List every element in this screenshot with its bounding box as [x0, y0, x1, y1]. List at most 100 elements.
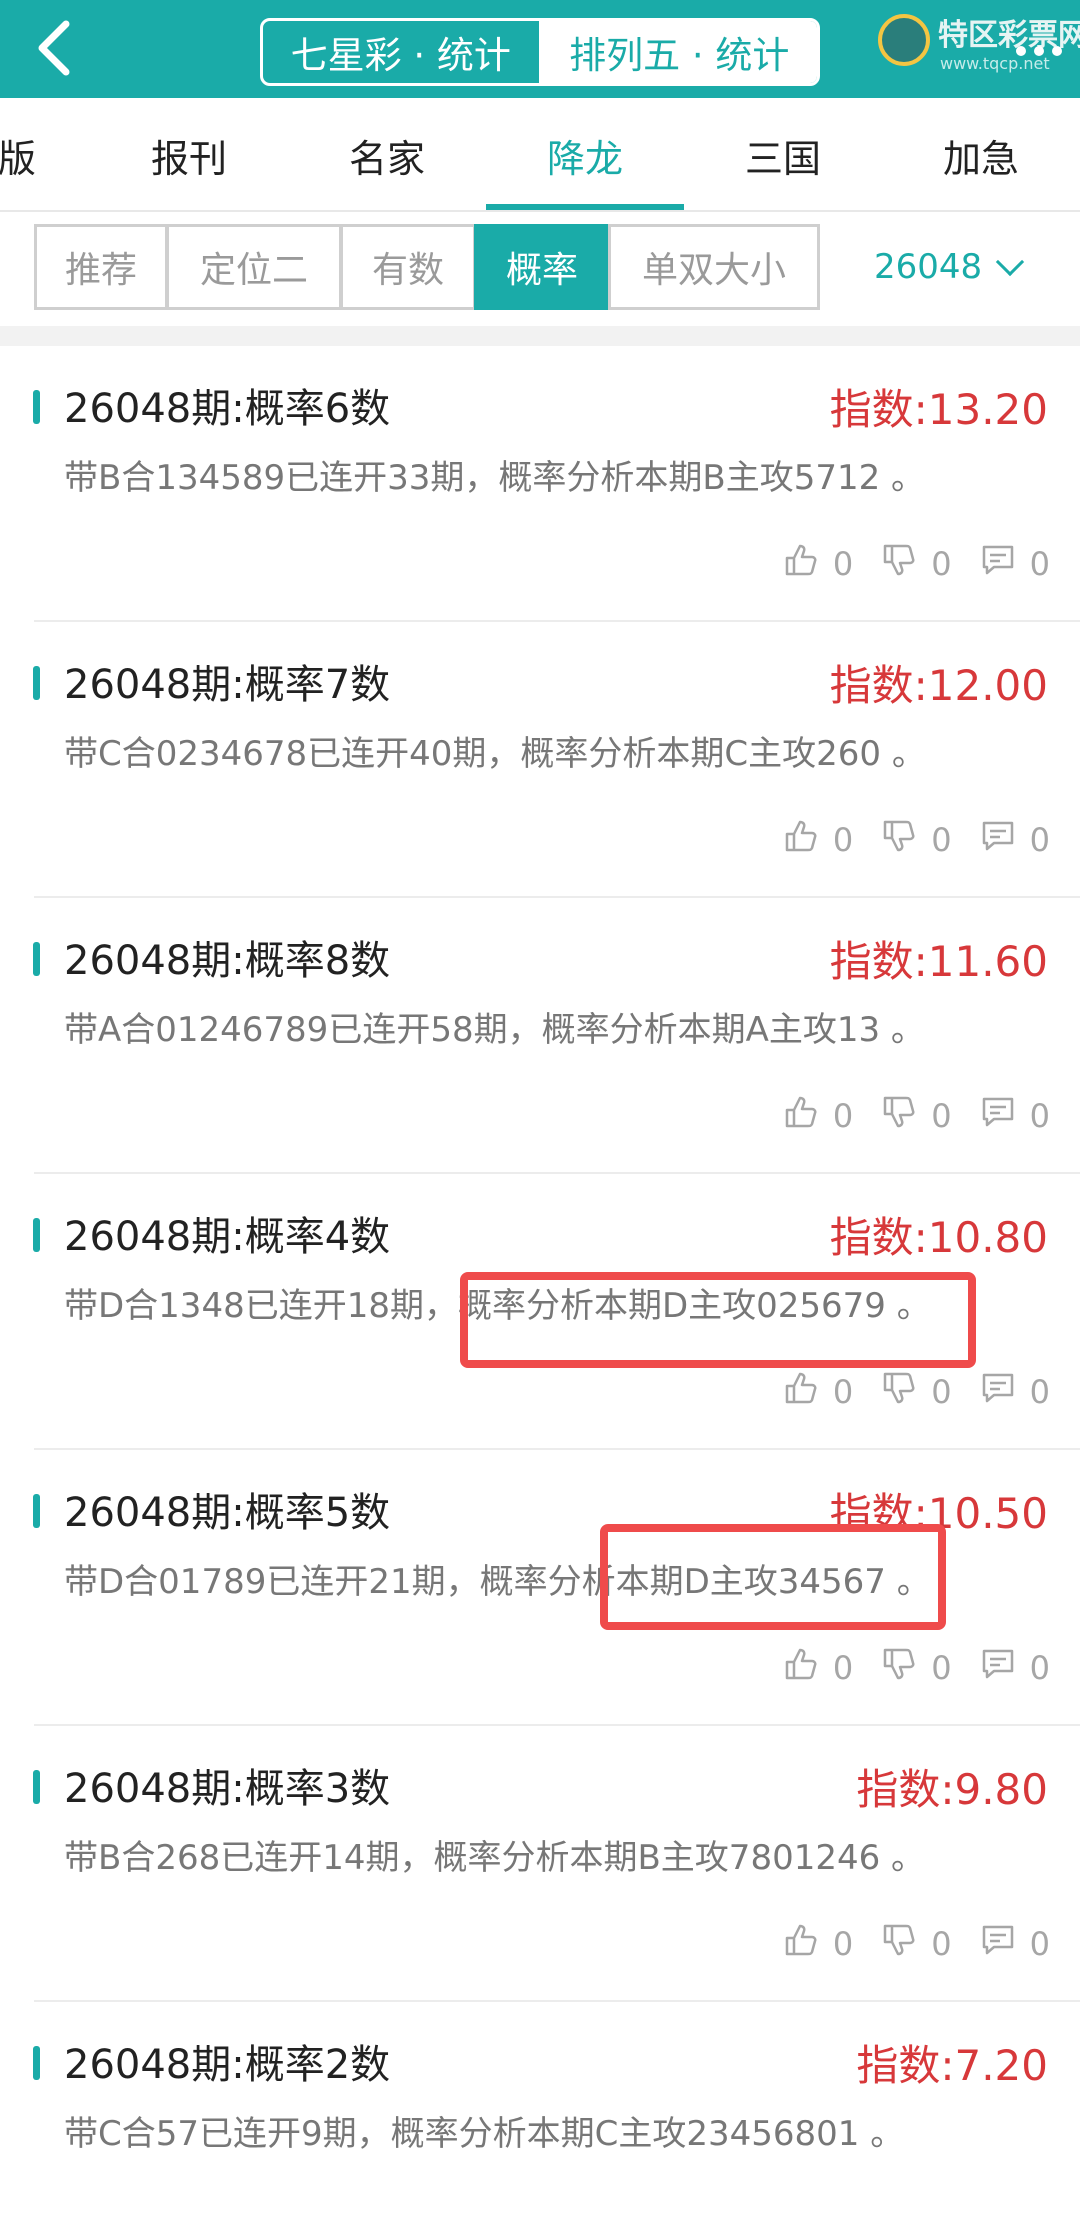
chevron-down-icon: [996, 247, 1025, 277]
analysis-card[interactable]: 26048期:概率7数 指数:12.00 带C合0234678已连开40期，概率分析…: [0, 622, 1080, 898]
filter-gailv[interactable]: 概率: [474, 224, 610, 310]
title-accent-bar: [33, 1218, 40, 1252]
more-icon[interactable]: [1016, 46, 1062, 56]
title-accent-bar: [33, 942, 40, 976]
like-button[interactable]: 0: [783, 542, 853, 586]
card-actions: 0 0 0: [783, 1370, 1050, 1414]
comment-icon: [980, 1370, 1016, 1414]
card-index-score: 指数:12.00: [829, 661, 1048, 710]
issue-selector[interactable]: 26048: [874, 224, 1025, 310]
card-description: 带D合01789已连开21期，概率分析本期D主攻34567 。: [64, 1562, 931, 1602]
comment-button[interactable]: 0: [980, 818, 1050, 862]
card-title: 26048期:概率8数: [64, 938, 391, 984]
dislike-button[interactable]: 0: [881, 542, 952, 586]
active-tab-indicator: [486, 204, 684, 210]
card-index-score: 指数:9.80: [856, 1765, 1048, 1814]
title-accent-bar: [33, 1770, 40, 1804]
card-title: 26048期:概率6数: [64, 386, 391, 432]
card-title: 26048期:概率7数: [64, 662, 391, 708]
comment-button[interactable]: 0: [980, 1370, 1050, 1414]
card-description: 带B合134589已连开33期，概率分析本期B主攻5712 。: [64, 458, 926, 498]
card-title: 26048期:概率3数: [64, 1766, 391, 1812]
segment-qixingcai[interactable]: 七星彩 · 统计: [263, 21, 542, 83]
like-button[interactable]: 0: [783, 1922, 853, 1966]
lottery-switcher: 七星彩 · 统计 排列五 · 统计: [260, 18, 820, 86]
comment-button[interactable]: 0: [980, 1922, 1050, 1966]
like-button[interactable]: 0: [783, 1370, 853, 1414]
comment-icon: [980, 1922, 1016, 1966]
card-title: 26048期:概率4数: [64, 1214, 391, 1260]
like-button[interactable]: 0: [783, 1646, 853, 1690]
card-description: 带B合268已连开14期，概率分析本期B主攻7801246 。: [64, 1838, 926, 1878]
dislike-button[interactable]: 0: [881, 1646, 952, 1690]
card-actions: 0 0 0: [783, 818, 1050, 862]
issue-number: 26048: [874, 247, 983, 287]
thumbs-up-icon: [783, 1094, 819, 1138]
dislike-count: 0: [931, 1925, 952, 1963]
analysis-card[interactable]: 26048期:概率6数 指数:13.20 带B合134589已连开33期，概率分析本…: [0, 346, 1080, 622]
analysis-card[interactable]: 26048期:概率3数 指数:9.80 带B合268已连开14期，概率分析本期B主攻…: [0, 1726, 1080, 2002]
thumbs-up-icon: [783, 542, 819, 586]
tab-sanguo[interactable]: 三国: [684, 98, 882, 212]
comment-count: 0: [1029, 821, 1050, 859]
thumbs-down-icon: [881, 1646, 917, 1690]
filter-tuijian[interactable]: 推荐: [34, 224, 168, 310]
segment-pailiewu[interactable]: 排列五 · 统计: [541, 21, 817, 83]
analysis-card[interactable]: 26048期:概率2数 指数:7.20 带C合57已连开9期，概率分析本期C主攻23…: [0, 2002, 1080, 2214]
dislike-count: 0: [931, 1373, 952, 1411]
comment-button[interactable]: 0: [980, 542, 1050, 586]
card-description: 带C合0234678已连开40期，概率分析本期C主攻260 。: [64, 734, 926, 774]
dislike-button[interactable]: 0: [881, 1922, 952, 1966]
comment-icon: [980, 1094, 1016, 1138]
thumbs-up-icon: [783, 1370, 819, 1414]
comment-icon: [980, 818, 1016, 862]
category-tabs: 版 报刊 名家 降龙 三国 加急: [0, 98, 1080, 212]
title-accent-bar: [33, 390, 40, 424]
like-button[interactable]: 0: [783, 818, 853, 862]
analysis-card[interactable]: 26048期:概率8数 指数:11.60 带A合01246789已连开58期，概率分…: [0, 898, 1080, 1174]
thumbs-up-icon: [783, 1646, 819, 1690]
filter-row: 推荐 定位二 有数 概率 单双大小 26048: [0, 212, 1080, 326]
back-icon[interactable]: [28, 18, 88, 78]
comment-count: 0: [1029, 1373, 1050, 1411]
card-title: 26048期:概率5数: [64, 1490, 391, 1536]
like-count: 0: [832, 1925, 854, 1963]
comment-button[interactable]: 0: [980, 1094, 1050, 1138]
tab-jianglong[interactable]: 降龙: [486, 98, 684, 212]
comment-count: 0: [1029, 1649, 1050, 1687]
thumbs-down-icon: [881, 1922, 917, 1966]
title-accent-bar: [33, 2046, 40, 2080]
app-header: 七星彩 · 统计 排列五 · 统计 特区彩票网 www.tqcp.net: [0, 0, 1080, 98]
analysis-card[interactable]: 26048期:概率5数 指数:10.50 带D合01789已连开21期，概率分析本期…: [0, 1450, 1080, 1726]
card-actions: 0 0 0: [783, 1922, 1050, 1966]
filter-dingweier[interactable]: 定位二: [166, 224, 342, 310]
thumbs-up-icon: [783, 818, 819, 862]
logo-url: www.tqcp.net: [940, 54, 1050, 73]
thumbs-down-icon: [881, 1370, 917, 1414]
tab-mingjia[interactable]: 名家: [288, 98, 486, 212]
comment-button[interactable]: 0: [980, 1646, 1050, 1690]
card-description: 带A合01246789已连开58期，概率分析本期A主攻13 。: [64, 1010, 925, 1050]
dislike-button[interactable]: 0: [881, 818, 952, 862]
comment-count: 0: [1029, 1925, 1050, 1963]
thumbs-down-icon: [881, 818, 917, 862]
card-actions: 0 0 0: [783, 542, 1050, 586]
filter-youshu[interactable]: 有数: [340, 224, 476, 310]
thumbs-down-icon: [881, 1094, 917, 1138]
comment-icon: [980, 1646, 1016, 1690]
card-description: 带C合57已连开9期，概率分析本期C主攻23456801 。: [64, 2114, 905, 2154]
analysis-card[interactable]: 26048期:概率4数 指数:10.80 带D合1348已连开18期，概率分析本期D…: [0, 1174, 1080, 1450]
tab-jiaji[interactable]: 加急: [882, 98, 1080, 212]
logo-emblem-icon: [878, 14, 930, 66]
card-index-score: 指数:7.20: [856, 2041, 1048, 2090]
thumbs-up-icon: [783, 1922, 819, 1966]
filter-danshuangdaxiao[interactable]: 单双大小: [608, 224, 820, 310]
dislike-count: 0: [931, 1097, 952, 1135]
card-index-score: 指数:10.80: [829, 1213, 1048, 1262]
like-button[interactable]: 0: [783, 1094, 853, 1138]
section-divider: [0, 326, 1080, 346]
dislike-button[interactable]: 0: [881, 1094, 952, 1138]
like-count: 0: [832, 1649, 854, 1687]
tab-baokan[interactable]: 报刊: [90, 98, 288, 212]
dislike-button[interactable]: 0: [881, 1370, 952, 1414]
